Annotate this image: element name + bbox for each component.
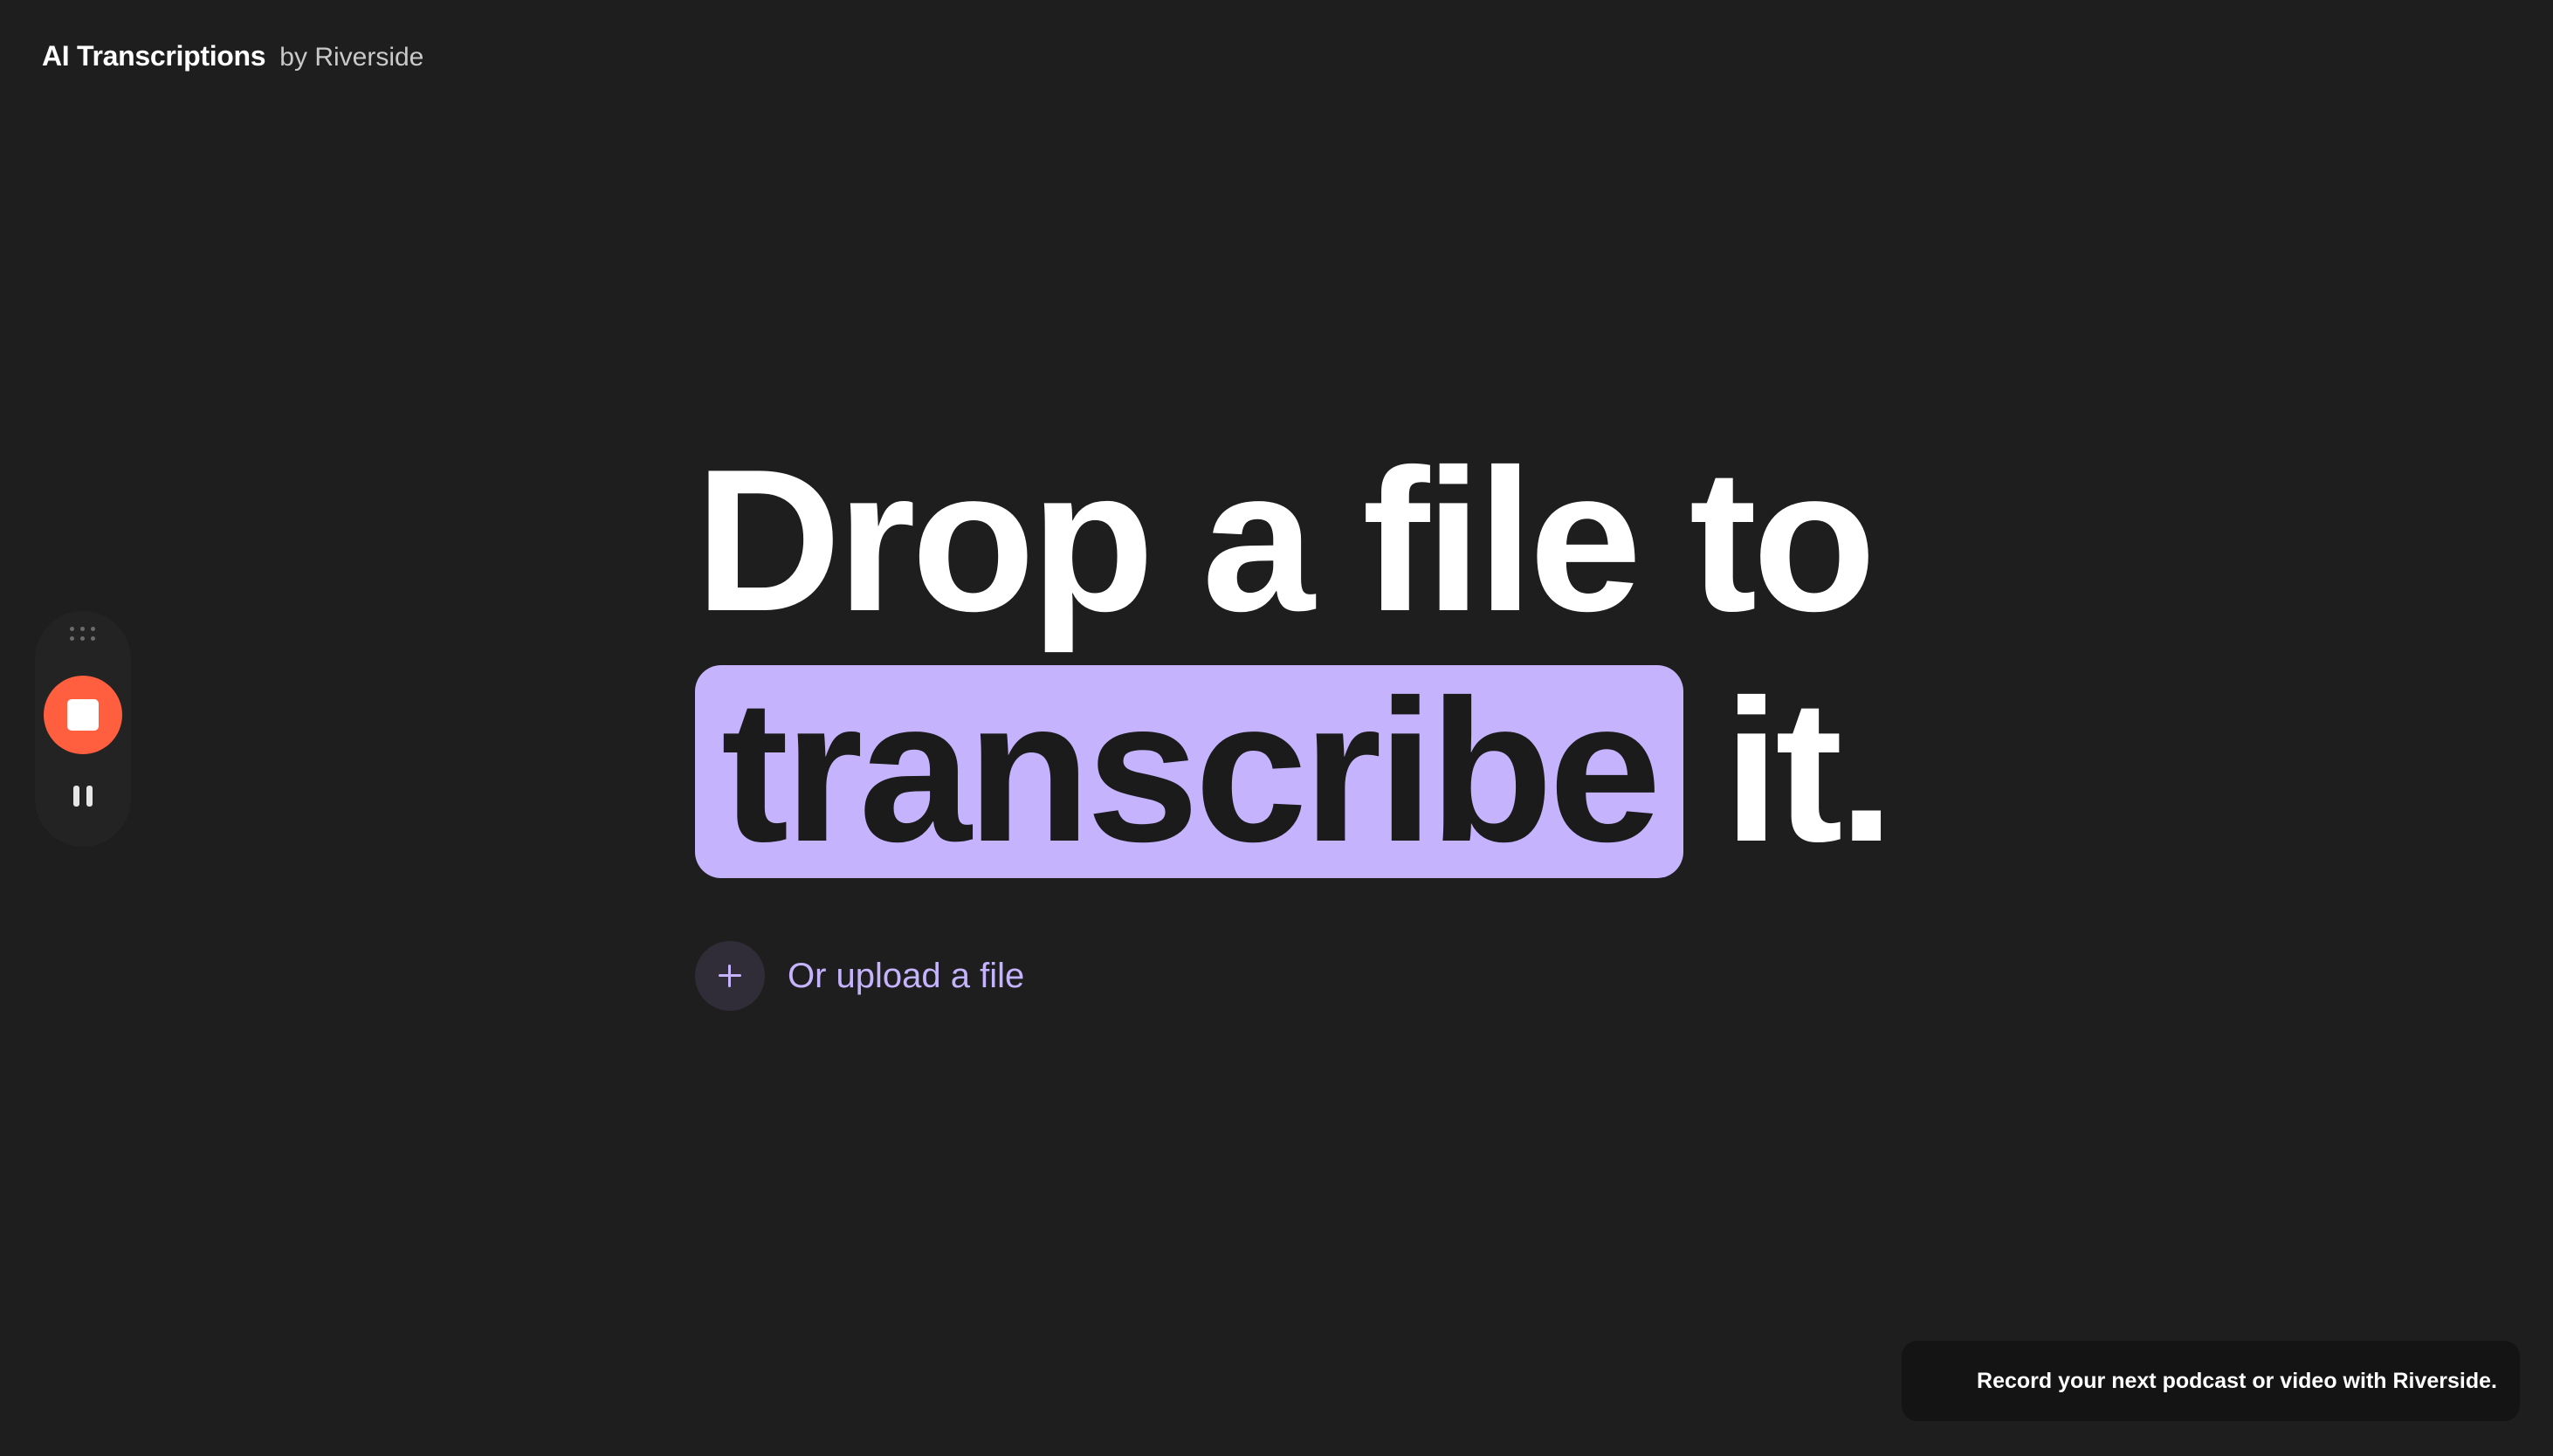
plus-icon[interactable]: [695, 941, 765, 1011]
hero-heading: Drop a file to transcribe it.: [695, 428, 1895, 884]
brand-header: AI Transcriptions by Riverside: [42, 40, 423, 72]
drag-handle-icon[interactable]: [70, 627, 98, 644]
upload-file-label[interactable]: Or upload a file: [788, 957, 1024, 996]
page: AI Transcriptions by Riverside Drop a fi…: [0, 0, 2553, 1456]
highlighted-word: transcribe: [695, 665, 1683, 878]
hero-line-end: it.: [1723, 658, 1895, 884]
hero-line-2: transcribe it.: [695, 658, 1895, 884]
app-title[interactable]: AI Transcriptions: [42, 40, 266, 72]
promo-banner[interactable]: Record your next podcast or video with R…: [1902, 1341, 2520, 1421]
stop-icon: [67, 699, 99, 731]
upload-file-button[interactable]: Or upload a file: [695, 941, 1024, 1011]
hero-line-1: Drop a file to: [695, 428, 1876, 654]
promo-text[interactable]: Record your next podcast or video with R…: [1977, 1369, 2497, 1394]
pause-recording-button[interactable]: [61, 773, 105, 817]
recorder-widget: [35, 611, 131, 847]
app-byline: by Riverside: [279, 43, 424, 72]
stop-recording-button[interactable]: [44, 676, 122, 754]
